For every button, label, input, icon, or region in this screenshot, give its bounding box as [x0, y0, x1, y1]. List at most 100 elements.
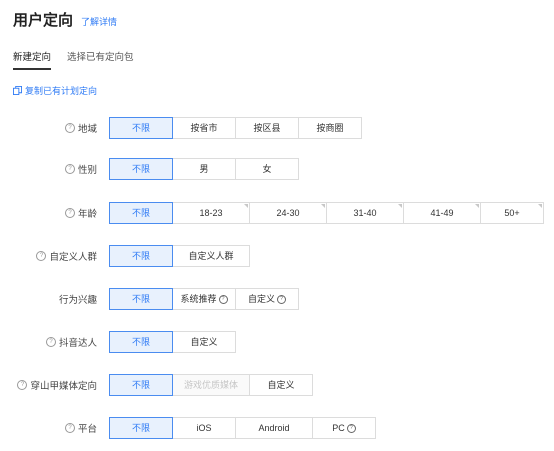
- row-label-text: 平台: [77, 424, 97, 435]
- row-label-text: 自定义人群: [49, 252, 97, 263]
- option-label: 自定义人群: [188, 251, 234, 261]
- row-label-text: 抖音达人: [58, 338, 97, 349]
- help-icon[interactable]: ?: [36, 251, 47, 261]
- option-button[interactable]: 不限: [109, 117, 173, 139]
- option-label: 男: [199, 164, 209, 174]
- row-label-age: ? 年龄: [64, 206, 97, 220]
- option-button[interactable]: PC?: [312, 417, 376, 439]
- targeting-row-douyin-creator: ? 抖音达人 不限 自定义: [0, 330, 554, 354]
- row-label-douyin-creator: ? 抖音达人: [45, 335, 97, 349]
- option-button[interactable]: iOS: [172, 417, 236, 439]
- row-label-text: 穿山甲媒体定向: [30, 381, 97, 392]
- option-label: 游戏优质媒体: [183, 380, 238, 390]
- option-group-region: 不限 按省市 按区县 按商圈: [109, 117, 362, 139]
- copy-link-label: 复制已有计划定向: [25, 86, 98, 96]
- option-label: 不限: [131, 294, 150, 304]
- option-group-custom-audience: 不限 自定义人群: [109, 245, 250, 267]
- option-label: 31-40: [353, 208, 377, 218]
- corner-marker-icon: [538, 204, 542, 208]
- option-button[interactable]: 不限: [109, 245, 173, 267]
- option-label: 18-23: [199, 208, 223, 218]
- help-icon[interactable]: ?: [218, 294, 228, 304]
- option-label: 不限: [131, 251, 150, 261]
- option-button: 游戏优质媒体: [172, 374, 250, 396]
- option-label: iOS: [196, 423, 212, 433]
- option-button[interactable]: 系统推荐?: [172, 288, 236, 310]
- copy-existing-plan-link[interactable]: 复制已有计划定向: [13, 84, 97, 97]
- help-icon[interactable]: ?: [277, 294, 286, 304]
- help-icon[interactable]: ?: [64, 208, 75, 218]
- option-button[interactable]: 41-49: [403, 202, 481, 224]
- option-group-platform: 不限 iOS Android PC?: [109, 417, 376, 439]
- option-label: 自定义: [190, 337, 218, 347]
- corner-marker-icon: [321, 204, 325, 208]
- option-button[interactable]: 不限: [109, 202, 173, 224]
- option-button[interactable]: 自定义人群: [172, 245, 250, 267]
- option-label: 女: [262, 164, 272, 174]
- option-button[interactable]: 18-23: [172, 202, 250, 224]
- option-button[interactable]: 自定义: [172, 331, 236, 353]
- option-button[interactable]: 31-40: [326, 202, 404, 224]
- option-label: 自定义: [247, 294, 275, 304]
- option-group-behavior-interest: 不限 系统推荐? 自定义?: [109, 288, 299, 310]
- option-button[interactable]: 自定义: [249, 374, 313, 396]
- targeting-row-custom-audience: ? 自定义人群 不限 自定义人群: [0, 244, 554, 268]
- row-label-text: 地域: [77, 124, 97, 135]
- option-button[interactable]: 男: [172, 158, 236, 180]
- option-label: 不限: [131, 423, 150, 433]
- option-button[interactable]: 按省市: [172, 117, 236, 139]
- option-button[interactable]: 按区县: [235, 117, 299, 139]
- option-label: 不限: [131, 123, 150, 133]
- option-label: Android: [258, 423, 290, 433]
- option-label: 按省市: [190, 123, 218, 133]
- tab-bar: 新建定向 选择已有定向包: [13, 49, 134, 70]
- option-label: 41-49: [430, 208, 454, 218]
- help-icon[interactable]: ?: [17, 380, 28, 390]
- targeting-row-pangle-media: ? 穿山甲媒体定向 不限 游戏优质媒体 自定义: [0, 373, 554, 397]
- option-group-douyin-creator: 不限 自定义: [109, 331, 236, 353]
- option-label: 50+: [504, 208, 520, 218]
- option-button[interactable]: 不限: [109, 288, 173, 310]
- targeting-row-platform: ? 平台 不限 iOS Android PC?: [0, 416, 554, 440]
- option-button[interactable]: 自定义?: [235, 288, 299, 310]
- targeting-row-region: ? 地域 不限 按省市 按区县 按商圈: [0, 116, 554, 140]
- option-group-age: 不限 18-23 24-30 31-40 41-49 50+: [109, 202, 544, 224]
- option-label: 按区县: [253, 123, 281, 133]
- option-label: 不限: [131, 337, 150, 347]
- tab-existing-package[interactable]: 选择已有定向包: [67, 49, 134, 70]
- option-button[interactable]: 不限: [109, 331, 173, 353]
- help-icon[interactable]: ?: [64, 164, 75, 174]
- option-label: 不限: [131, 208, 150, 218]
- row-label-custom-audience: ? 自定义人群: [36, 249, 97, 263]
- option-button[interactable]: 24-30: [249, 202, 327, 224]
- row-label-gender: ? 性别: [64, 162, 97, 176]
- option-button[interactable]: 不限: [109, 158, 173, 180]
- option-button[interactable]: Android: [235, 417, 313, 439]
- corner-marker-icon: [244, 204, 248, 208]
- targeting-row-gender: ? 性别 不限 男 女: [0, 157, 554, 181]
- tab-new-targeting[interactable]: 新建定向: [13, 49, 52, 70]
- row-label-text: 年龄: [77, 209, 97, 220]
- help-icon[interactable]: ?: [64, 423, 75, 433]
- option-button[interactable]: 不限: [109, 417, 173, 439]
- help-icon[interactable]: ?: [45, 337, 56, 347]
- page-header: 用户定向 了解详情: [13, 9, 117, 30]
- row-label-behavior-interest: 行为兴趣: [59, 292, 97, 306]
- option-group-gender: 不限 男 女: [109, 158, 299, 180]
- row-label-text: 行为兴趣: [58, 295, 97, 306]
- targeting-row-behavior-interest: 行为兴趣 不限 系统推荐? 自定义?: [0, 287, 554, 311]
- option-button[interactable]: 女: [235, 158, 299, 180]
- corner-marker-icon: [398, 204, 402, 208]
- learn-more-link[interactable]: 了解详情: [81, 15, 117, 28]
- option-button[interactable]: 不限: [109, 374, 173, 396]
- option-button[interactable]: 按商圈: [298, 117, 362, 139]
- targeting-row-age: ? 年龄 不限 18-23 24-30 31-40 41-49 50+: [0, 201, 554, 225]
- option-label: 系统推荐: [180, 294, 217, 304]
- option-label: 按商圈: [316, 123, 344, 133]
- corner-marker-icon: [475, 204, 479, 208]
- help-icon[interactable]: ?: [64, 123, 75, 133]
- row-label-text: 性别: [77, 165, 97, 176]
- option-button[interactable]: 50+: [480, 202, 544, 224]
- help-icon[interactable]: ?: [346, 423, 356, 433]
- copy-icon: [13, 86, 22, 95]
